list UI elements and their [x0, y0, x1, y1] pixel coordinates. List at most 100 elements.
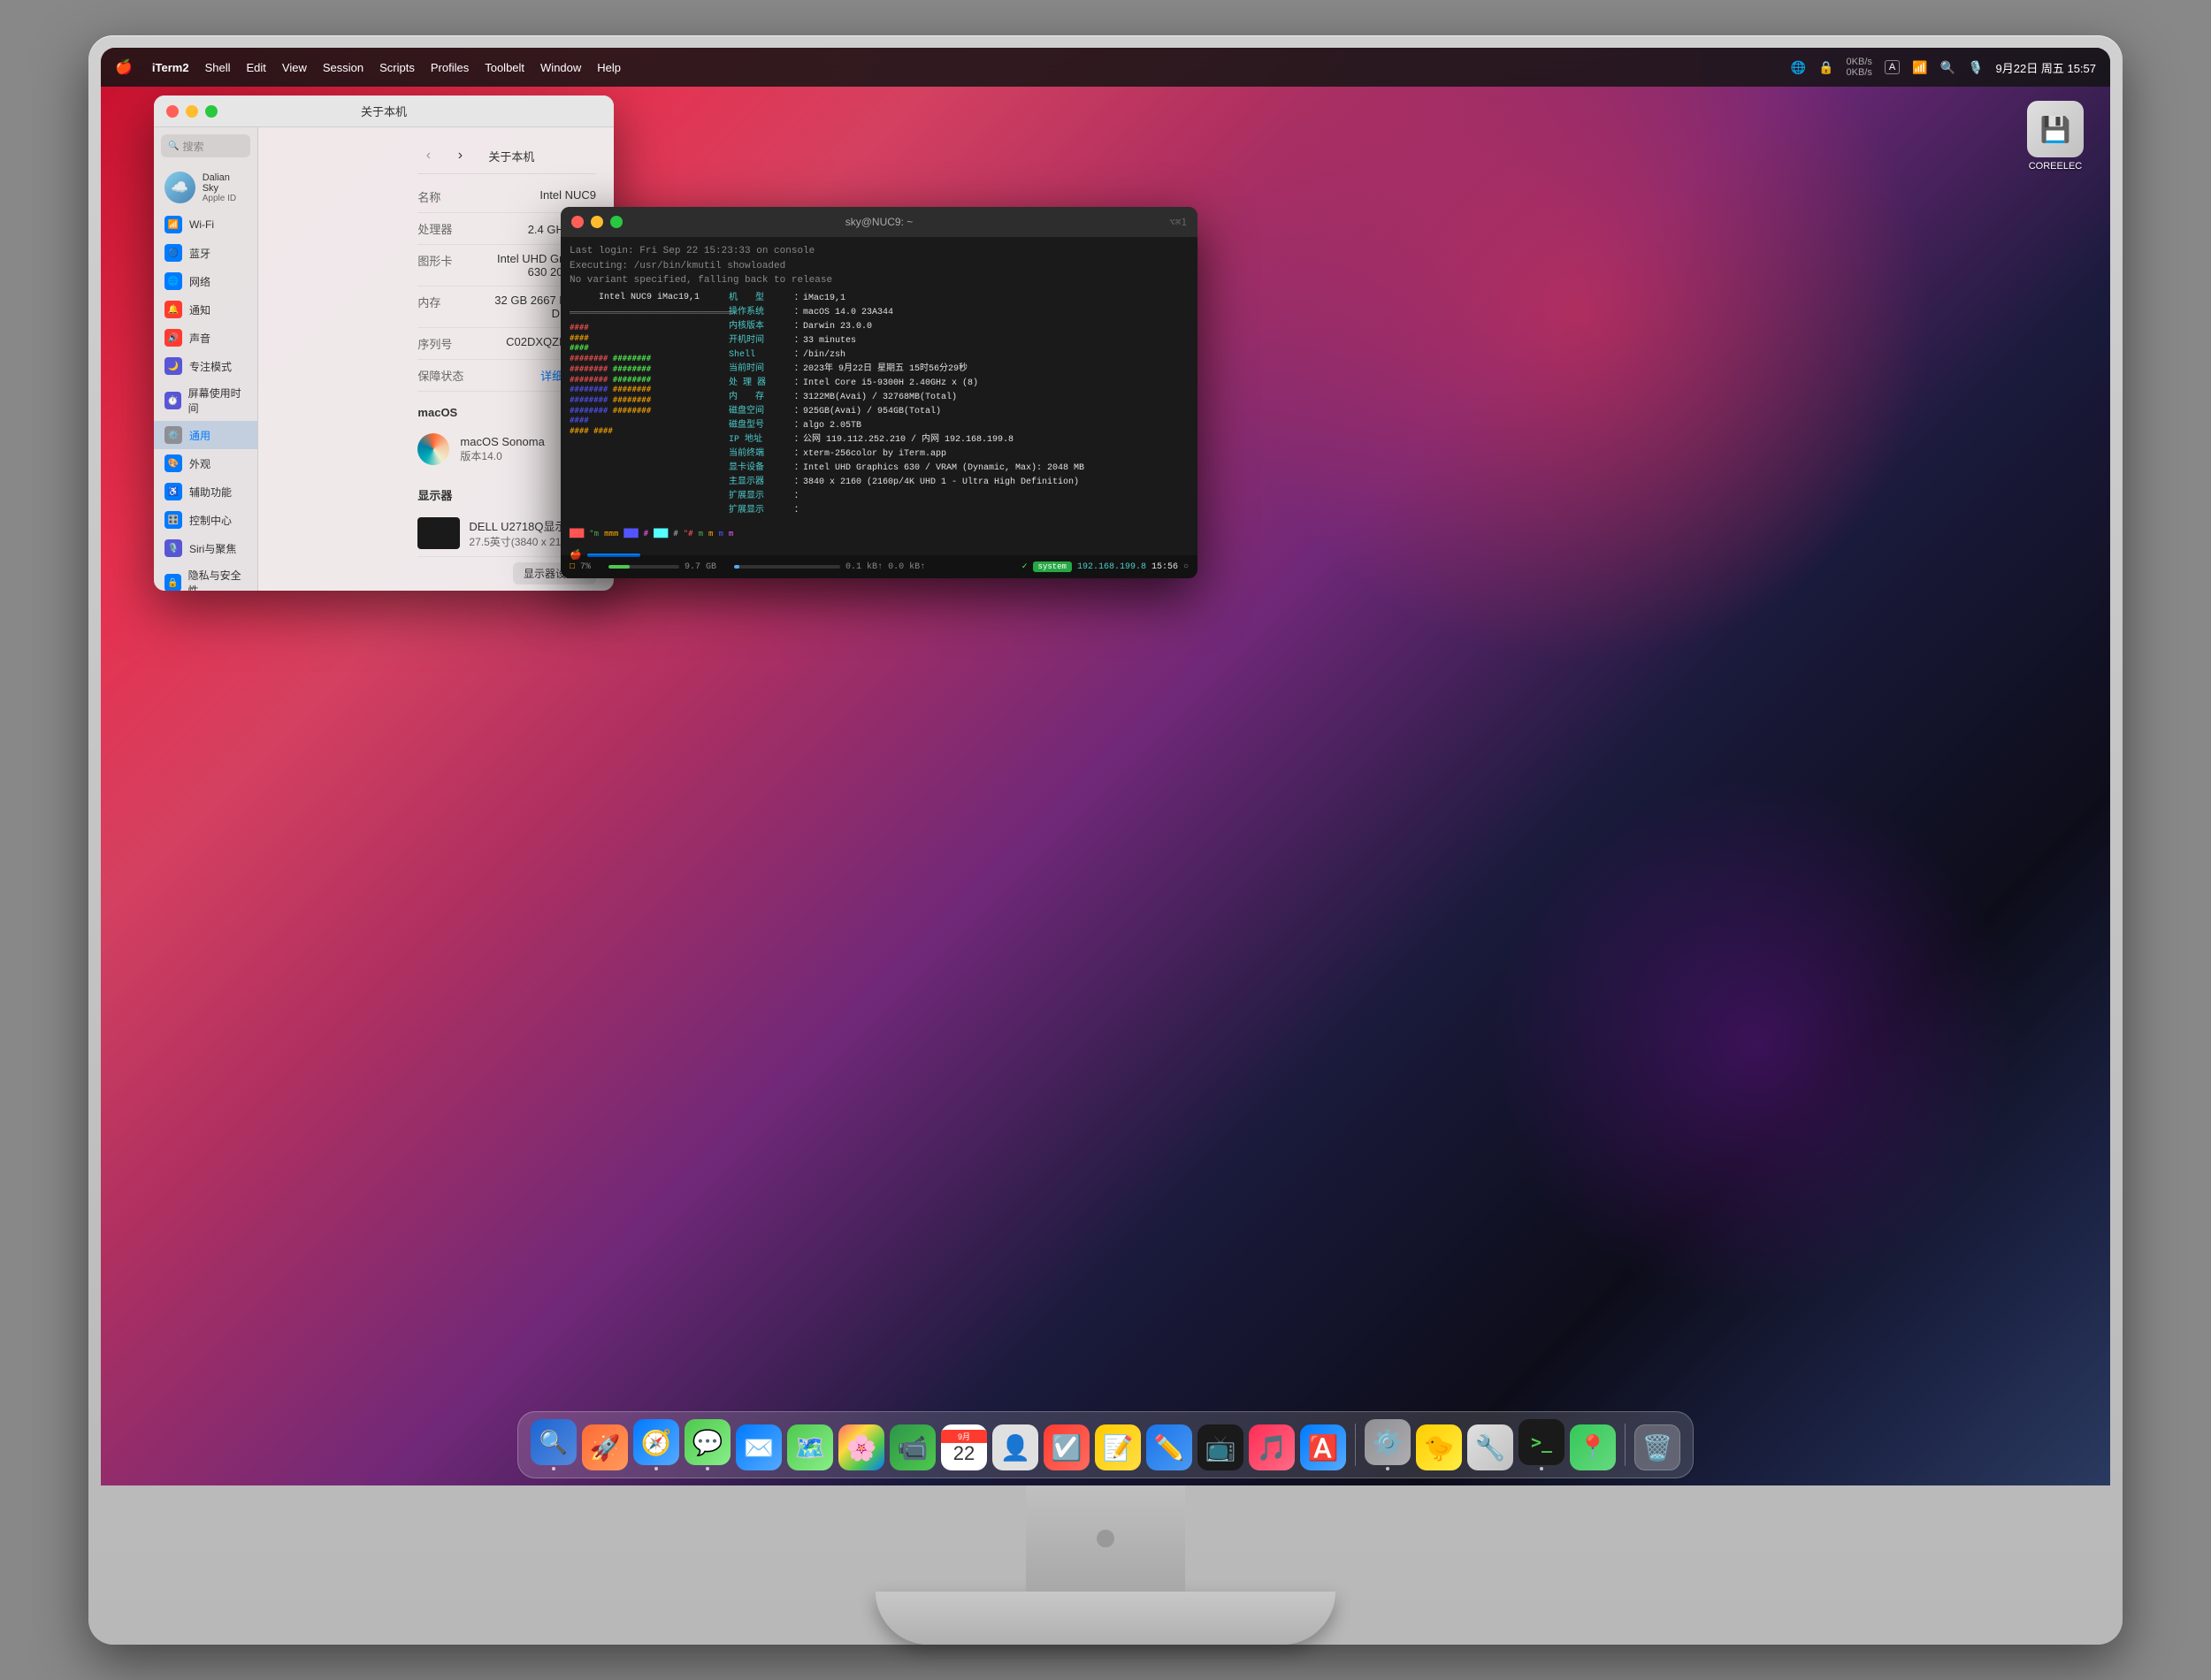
si-value-vram: ：Intel UHD Graphics 630 / VRAM (Dynamic,…: [794, 462, 1084, 476]
messages-icon: 💬: [685, 1419, 731, 1465]
si-value-time: ：2023年 9月22日 星期五 15时56分29秒: [794, 363, 968, 377]
window-close-btn[interactable]: [166, 105, 179, 118]
si-label-disk: 磁盘空间: [729, 405, 791, 419]
dock-item-photos[interactable]: 🌸: [838, 1424, 884, 1470]
reminders-icon: ☑️: [1044, 1424, 1090, 1470]
si-row-time: 当前时间 ：2023年 9月22日 星期五 15时56分29秒: [729, 363, 1189, 377]
menubar-search-icon[interactable]: 🔍: [1940, 60, 1955, 75]
dock-item-messages[interactable]: 💬: [685, 1419, 731, 1470]
menubar-profiles[interactable]: Profiles: [431, 61, 469, 74]
dock-item-appletv[interactable]: 📺: [1197, 1424, 1243, 1470]
net-bar-fill: [734, 565, 739, 569]
si-label-time: 当前时间: [729, 363, 791, 377]
terminal-titlebar: sky@NUC9: ~ ⌥⌘1: [561, 207, 1197, 237]
terminal-minimize-btn[interactable]: [591, 216, 603, 228]
sidebar-notif-label: 通知: [189, 302, 210, 317]
dock-item-reminders[interactable]: ☑️: [1044, 1424, 1090, 1470]
window-minimize-btn[interactable]: [186, 105, 198, 118]
general-icon: ⚙️: [164, 426, 182, 444]
sidebar-control-center[interactable]: 🎛️ 控制中心: [154, 506, 257, 534]
menubar-edit[interactable]: Edit: [247, 61, 266, 74]
terminal-close-btn[interactable]: [571, 216, 584, 228]
dock-item-trash[interactable]: 🗑️: [1634, 1424, 1680, 1470]
user-info-block: Dalian Sky Apple ID: [203, 172, 248, 203]
sidebar-privacy[interactable]: 🔒 隐私与安全性: [154, 562, 257, 591]
nav-back[interactable]: ‹: [417, 145, 439, 166]
dock-item-appstore[interactable]: 🅰️: [1300, 1424, 1346, 1470]
cpu-value: 7%: [580, 562, 591, 572]
si-label-vram: 显卡设备: [729, 462, 791, 476]
terminal-maximize-btn[interactable]: [610, 216, 623, 228]
sidebar-focus[interactable]: 🌙 专注模式: [154, 352, 257, 380]
menubar-app-name[interactable]: iTerm2: [152, 61, 189, 74]
dock-item-notes[interactable]: 📝: [1095, 1424, 1141, 1470]
nav-forward[interactable]: ›: [449, 145, 471, 166]
si-label-ext2: 扩展显示: [729, 504, 791, 518]
sidebar-search[interactable]: 🔍 搜索: [161, 134, 250, 157]
menubar-right: 🌐 🔒 0KB/s0KB/s A 📶 🔍 🎙️ 9月22日 周五 15:57: [1791, 57, 2096, 78]
dock-item-safari[interactable]: 🧭: [633, 1419, 679, 1470]
si-row-ext1: 扩展显示 ：: [729, 490, 1189, 504]
menubar-view[interactable]: View: [282, 61, 307, 74]
si-value-cpu2: ：Intel Core i5-9300H 2.40GHz x (8): [794, 377, 978, 391]
dock-item-launchpad[interactable]: 🚀: [582, 1424, 628, 1470]
dock-item-finder[interactable]: 🔍: [531, 1419, 577, 1470]
device-title: Intel NUC9 iMac19,1: [570, 292, 729, 304]
sidebar-sound[interactable]: 🔊 声音: [154, 324, 257, 352]
about-window-title: 关于本机: [361, 103, 407, 119]
menubar-scripts[interactable]: Scripts: [379, 61, 415, 74]
dock-item-freeform[interactable]: ✏️: [1146, 1424, 1192, 1470]
logo-blue3: ########: [570, 407, 608, 416]
dock-item-music[interactable]: 🎵: [1249, 1424, 1295, 1470]
menubar-window[interactable]: Window: [540, 61, 581, 74]
statusbar-time: 15:56: [1151, 562, 1178, 572]
menubar-session[interactable]: Session: [323, 61, 363, 74]
sidebar-notifications[interactable]: 🔔 通知: [154, 295, 257, 324]
menubar-help[interactable]: Help: [597, 61, 621, 74]
dock-item-iterm[interactable]: >_: [1519, 1419, 1565, 1470]
sidebar-bluetooth[interactable]: 🔵 蓝牙: [154, 239, 257, 267]
sidebar-wifi[interactable]: 📶 Wi-Fi: [154, 210, 257, 239]
window-maximize-btn[interactable]: [205, 105, 218, 118]
si-value-model: ：iMac19,1: [794, 292, 845, 306]
cpu-label: □: [570, 562, 575, 572]
sidebar-general[interactable]: ⚙️ 通用: [154, 421, 257, 449]
freeform-icon: ✏️: [1146, 1424, 1192, 1470]
dock-item-contacts[interactable]: 👤: [992, 1424, 1038, 1470]
menubar-toolbelt[interactable]: Toolbelt: [485, 61, 524, 74]
dock-item-facetime[interactable]: 📹: [890, 1424, 936, 1470]
notes-icon: 📝: [1095, 1424, 1141, 1470]
si-label-display2: 主显示器: [729, 476, 791, 490]
net-section: 0.1 kB↑ 0.0 kB↑: [734, 562, 925, 572]
user-name: Dalian Sky: [203, 172, 248, 194]
si-row-shell: Shell ：/bin/zsh: [729, 348, 1189, 363]
apple-menu-icon[interactable]: 🍎: [115, 58, 133, 76]
label-serial: 序列号: [417, 335, 488, 352]
dock-item-tools[interactable]: 🔧: [1467, 1424, 1513, 1470]
desktop-coreelec-icon[interactable]: 💾 COREELEC: [2027, 101, 2084, 172]
menubar-siri-icon[interactable]: 🎙️: [1968, 60, 1983, 75]
dock-item-sysprefs[interactable]: ⚙️: [1365, 1419, 1411, 1470]
dock-item-maps[interactable]: 🗺️: [787, 1424, 833, 1470]
sidebar-screentime-label: 屏幕使用时间: [188, 386, 248, 416]
sidebar-screentime[interactable]: ⏱️ 屏幕使用时间: [154, 380, 257, 421]
sidebar-accessibility[interactable]: ♿ 辅助功能: [154, 477, 257, 506]
sidebar-siri[interactable]: 🎙️ Siri与聚焦: [154, 534, 257, 562]
search-placeholder: 搜索: [182, 139, 203, 154]
terminal-title: sky@NUC9: ~: [845, 216, 914, 228]
dock-item-cyberduck[interactable]: 🐤: [1416, 1424, 1462, 1470]
sidebar-network[interactable]: 🌐 网络: [154, 267, 257, 295]
logo-green3: ########: [613, 376, 651, 385]
si-label-kernel: 内核版本: [729, 320, 791, 334]
mem-bar: [608, 565, 679, 569]
sidebar-appearance[interactable]: 🎨 外观: [154, 449, 257, 477]
menubar-shell[interactable]: Shell: [205, 61, 231, 74]
dock-item-calendar[interactable]: 9月 22: [941, 1424, 987, 1470]
dock: 🔍 🚀 🧭 💬 ✉️: [517, 1411, 1694, 1478]
bluetooth-icon: 🔵: [164, 244, 182, 262]
terminal-body[interactable]: Last login: Fri Sep 22 15:23:33 on conso…: [561, 237, 1197, 578]
dock-item-findmy[interactable]: 📍: [1570, 1424, 1616, 1470]
wifi-icon: 📶: [164, 216, 182, 233]
dock-item-mail[interactable]: ✉️: [736, 1424, 782, 1470]
si-row-vram: 显卡设备 ：Intel UHD Graphics 630 / VRAM (Dyn…: [729, 462, 1189, 476]
